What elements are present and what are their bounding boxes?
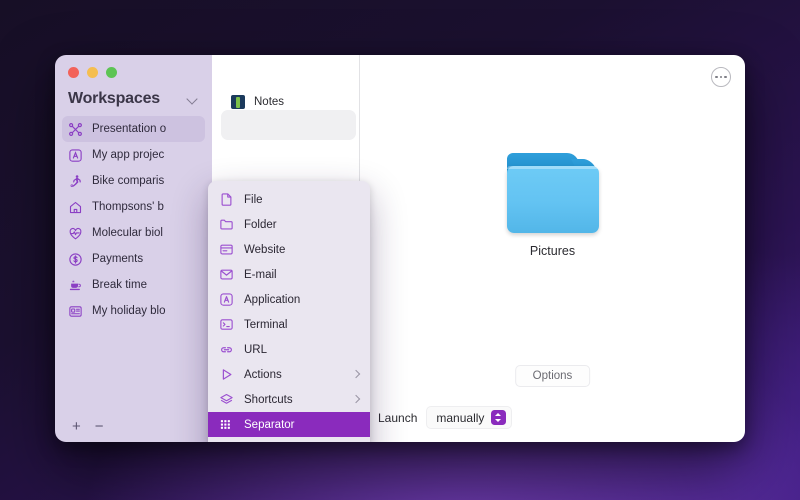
sidebar-item-label: Thompsons' b: [92, 201, 164, 213]
menu-item-email[interactable]: E-mail: [208, 262, 370, 287]
terminal-icon: [219, 317, 234, 332]
sidebar-item-label: Bike comparis: [92, 175, 165, 187]
dollar-icon: [68, 252, 83, 267]
close-button[interactable]: [68, 67, 79, 78]
launch-row: Launch manually: [378, 406, 513, 429]
page-title: Workspaces: [68, 90, 160, 107]
play-icon: [219, 367, 234, 382]
sidebar-item-bike-comparison[interactable]: Bike comparis: [62, 168, 205, 194]
sidebar-item-break-time[interactable]: Break time: [62, 272, 205, 298]
link-icon: [219, 342, 234, 357]
menu-item-label: Website: [244, 243, 286, 256]
menu-item-website[interactable]: Website: [208, 237, 370, 262]
envelope-icon: [219, 267, 234, 282]
sidebar-item-thompsons-b[interactable]: Thompsons' b: [62, 194, 205, 220]
sidebar: Workspaces Presentation o My app projec …: [55, 55, 212, 442]
menu-item-folder[interactable]: Folder: [208, 212, 370, 237]
heart-pulse-icon: [68, 226, 83, 241]
options-button[interactable]: Options: [514, 365, 591, 387]
application-icon: [219, 292, 234, 307]
minimize-button[interactable]: [87, 67, 98, 78]
sidebar-item-label: Payments: [92, 253, 144, 265]
list-item-placeholder[interactable]: [221, 110, 356, 140]
item-preview: Pictures: [360, 153, 745, 258]
app-window: Workspaces Presentation o My app projec …: [55, 55, 745, 442]
menu-item-label: Application: [244, 293, 301, 306]
network-icon: [68, 122, 83, 137]
blog-icon: [68, 304, 83, 319]
separator-icon: [219, 417, 234, 432]
launch-select-value: manually: [436, 410, 485, 425]
list-item-notes[interactable]: Notes: [212, 55, 359, 109]
launch-select[interactable]: manually: [426, 406, 513, 429]
workspaces-header[interactable]: Workspaces: [55, 78, 212, 116]
traffic-lights: [55, 55, 212, 78]
sidebar-item-label: Break time: [92, 279, 147, 291]
sidebar-item-label: Molecular biol: [92, 227, 163, 239]
sidebar-add-button[interactable]: +: [72, 419, 81, 434]
item-name-label: Pictures: [529, 244, 576, 258]
menu-item-label: Separator: [244, 418, 295, 431]
menu-item-actions[interactable]: Actions: [208, 362, 370, 387]
sidebar-remove-button[interactable]: −: [95, 419, 104, 434]
sidebar-item-presentation[interactable]: Presentation o: [62, 116, 205, 142]
folder-icon: [219, 217, 234, 232]
house-icon: [68, 200, 83, 215]
menu-item-label: Terminal: [244, 318, 288, 331]
workspaces-list: Presentation o My app projec Bike compar…: [55, 116, 212, 410]
running-icon: [68, 174, 83, 189]
menu-item-shortcuts[interactable]: Shortcuts: [208, 387, 370, 412]
launch-label: Launch: [378, 410, 418, 425]
sidebar-item-label: My holiday blo: [92, 305, 166, 317]
sidebar-item-molecular-biology[interactable]: Molecular biol: [62, 220, 205, 246]
sidebar-item-payments[interactable]: Payments: [62, 246, 205, 272]
chevron-down-icon[interactable]: [187, 94, 198, 105]
sidebar-item-my-app-project[interactable]: My app projec: [62, 142, 205, 168]
file-icon: [219, 192, 234, 207]
add-item-context-menu: File Folder Website E-mail Application T…: [208, 181, 370, 442]
sidebar-toolbar: + −: [55, 410, 212, 442]
menu-item-terminal[interactable]: Terminal: [208, 312, 370, 337]
menu-item-label: URL: [244, 343, 268, 356]
more-options-icon[interactable]: [711, 67, 731, 87]
menu-item-existing-separator[interactable]: Existing Separator: [208, 437, 370, 442]
detail-pane: Pictures Options Launch manually: [360, 55, 745, 442]
menu-item-separator[interactable]: Separator: [208, 412, 370, 437]
chevron-right-icon: [353, 371, 360, 378]
sidebar-item-label: Presentation o: [92, 123, 167, 135]
menu-item-file[interactable]: File: [208, 187, 370, 212]
sidebar-item-label: My app projec: [92, 149, 165, 161]
zoom-button[interactable]: [106, 67, 117, 78]
website-icon: [219, 242, 234, 257]
notes-icon: [231, 95, 245, 109]
menu-item-label: Actions: [244, 368, 282, 381]
chevron-right-icon: [353, 396, 360, 403]
folder-icon[interactable]: [505, 153, 601, 233]
coffee-icon: [68, 278, 83, 293]
menu-item-label: File: [244, 193, 263, 206]
menu-item-label: Folder: [244, 218, 277, 231]
menu-item-application[interactable]: Application: [208, 287, 370, 312]
menu-item-url[interactable]: URL: [208, 337, 370, 362]
list-item-label: Notes: [254, 96, 285, 108]
app-icon: [68, 148, 83, 163]
shortcuts-icon: [219, 392, 234, 407]
menu-item-label: E-mail: [244, 268, 277, 281]
sidebar-item-my-holiday-blog[interactable]: My holiday blo: [62, 298, 205, 324]
stepper-icon[interactable]: [491, 410, 507, 425]
menu-item-label: Shortcuts: [244, 393, 293, 406]
